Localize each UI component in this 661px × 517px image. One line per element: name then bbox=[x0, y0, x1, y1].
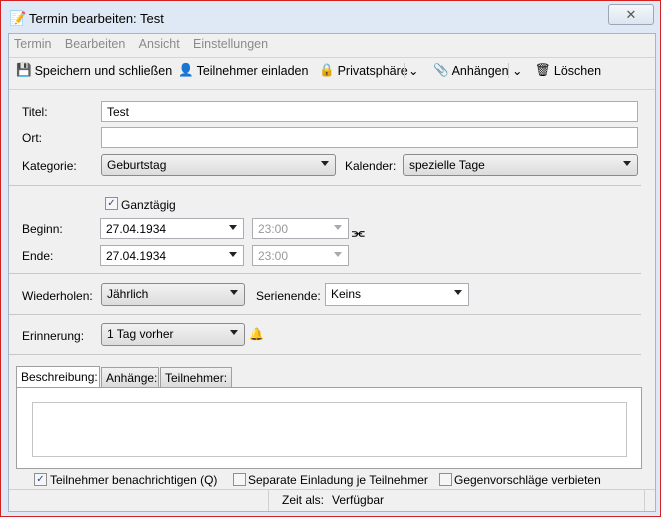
disallow-counter-label: Gegenvorschläge verbieten bbox=[454, 473, 601, 487]
end-time-input: 23:00 bbox=[252, 245, 349, 266]
calendar-edit-icon: 📝 bbox=[9, 10, 27, 26]
end-date-input[interactable]: 27.04.1934 bbox=[100, 245, 244, 266]
save-close-button[interactable]: 💾 Speichern und schließen bbox=[16, 63, 172, 78]
calendar-select[interactable]: spezielle Tage bbox=[403, 154, 638, 176]
separate-invite-checkbox[interactable] bbox=[233, 473, 246, 486]
category-label: Kategorie: bbox=[22, 159, 77, 173]
repeat-select[interactable]: Jährlich bbox=[101, 283, 245, 306]
menubar: Termin Bearbeiten Ansicht Einstellungen bbox=[14, 37, 278, 51]
start-label: Beginn: bbox=[22, 222, 63, 236]
link-chain-icon[interactable]: ⫘ bbox=[352, 223, 365, 241]
location-label: Ort: bbox=[22, 131, 42, 145]
notify-label: Teilnehmer benachrichtigen (Q) bbox=[50, 473, 218, 487]
menu-termin[interactable]: Termin bbox=[14, 37, 52, 51]
attach-dropdown[interactable]: ⌄ bbox=[508, 63, 522, 78]
reminder-select[interactable]: 1 Tag vorher bbox=[101, 323, 245, 346]
location-input[interactable] bbox=[101, 127, 638, 148]
repeat-label: Wiederholen: bbox=[22, 289, 93, 303]
disallow-counter-checkbox[interactable] bbox=[439, 473, 452, 486]
invite-button[interactable]: 👤 Teilnehmer einladen bbox=[178, 63, 308, 78]
person-icon: 👤 bbox=[178, 63, 194, 77]
menu-einstellungen[interactable]: Einstellungen bbox=[193, 37, 268, 51]
attach-button[interactable]: 📎 Anhängen bbox=[433, 63, 509, 78]
calendar-label: Kalender: bbox=[345, 159, 397, 173]
status-label: Zeit als: bbox=[282, 493, 325, 507]
window-title: Termin bearbeiten: Test bbox=[29, 11, 164, 26]
tab-attendees[interactable]: Teilnehmer: bbox=[160, 367, 232, 388]
separate-invite-label: Separate Einladung je Teilnehmer bbox=[248, 473, 428, 487]
tab-description[interactable]: Beschreibung: bbox=[16, 366, 100, 388]
privacy-button[interactable]: 🔒 Privatsphäre bbox=[319, 63, 408, 78]
start-date-input[interactable]: 27.04.1934 bbox=[100, 218, 244, 239]
description-textarea[interactable] bbox=[32, 402, 627, 457]
bell-icon[interactable]: 🔔 bbox=[249, 327, 264, 341]
close-icon: ✕ bbox=[625, 7, 637, 22]
reminder-label: Erinnerung: bbox=[22, 329, 85, 343]
chevron-down-icon: ⌄ bbox=[512, 64, 523, 78]
close-button[interactable]: ✕ bbox=[608, 4, 654, 25]
save-icon: 💾 bbox=[16, 63, 32, 77]
allday-label: Ganztägig bbox=[121, 198, 176, 212]
privacy-dropdown[interactable]: ⌄ bbox=[404, 63, 418, 78]
tab-attachments[interactable]: Anhänge: bbox=[101, 367, 159, 388]
start-time-input: 23:00 bbox=[252, 218, 349, 239]
title-label: Titel: bbox=[22, 105, 48, 119]
notify-checkbox[interactable]: ✓ bbox=[34, 473, 47, 486]
trash-icon: 🗑 bbox=[535, 63, 551, 77]
repeat-end-select[interactable]: Keins bbox=[325, 283, 469, 306]
paperclip-icon: 📎 bbox=[433, 63, 449, 77]
chevron-down-icon: ⌄ bbox=[408, 64, 419, 78]
lock-icon: 🔒 bbox=[319, 63, 335, 77]
repeat-end-label: Serienende: bbox=[256, 289, 321, 303]
category-select[interactable]: Geburtstag bbox=[101, 154, 336, 176]
end-label: Ende: bbox=[22, 249, 54, 263]
menu-bearbeiten[interactable]: Bearbeiten bbox=[65, 37, 125, 51]
event-dialog: 📝 Termin bearbeiten: Test ✕ Termin Bearb… bbox=[0, 0, 661, 517]
allday-checkbox[interactable]: ✓ bbox=[105, 197, 118, 210]
delete-button[interactable]: 🗑 Löschen bbox=[535, 63, 601, 78]
menu-ansicht[interactable]: Ansicht bbox=[139, 37, 180, 51]
title-input[interactable]: Test bbox=[101, 101, 638, 122]
status-value[interactable]: Verfügbar bbox=[332, 493, 384, 507]
